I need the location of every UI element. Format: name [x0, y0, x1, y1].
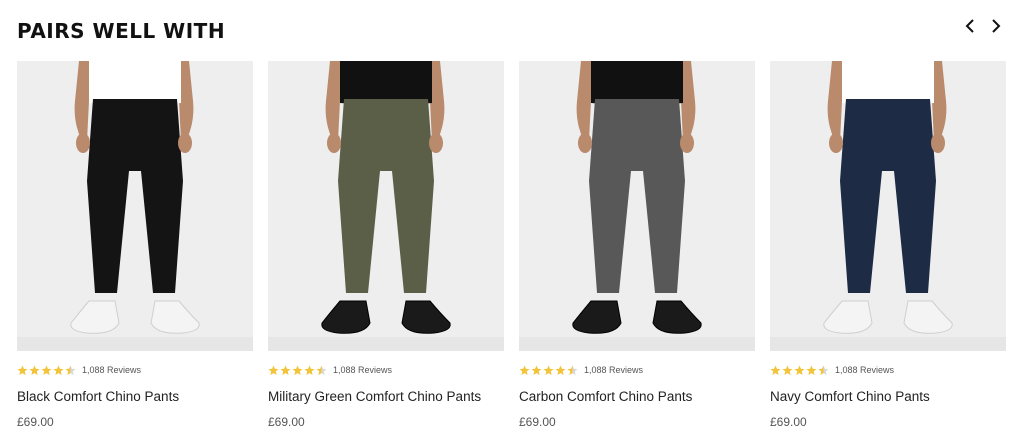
review-count: 1,088 Reviews — [82, 365, 142, 375]
carousel-nav — [960, 14, 1006, 38]
star-icon — [316, 365, 327, 375]
star-icon — [567, 365, 578, 375]
product-photo — [17, 61, 253, 351]
review-count: 1,088 Reviews — [584, 365, 644, 375]
carousel-prev-button[interactable] — [960, 14, 980, 38]
product-image[interactable] — [268, 61, 504, 351]
product-rating[interactable]: 1,088 Reviews — [519, 363, 755, 377]
star-icon — [268, 365, 279, 375]
product-name[interactable]: Military Green Comfort Chino Pants — [268, 389, 504, 404]
product-image[interactable] — [519, 61, 755, 351]
product-card-3[interactable]: 1,088 Reviews Carbon Comfort Chino Pants… — [519, 61, 755, 429]
product-name[interactable]: Carbon Comfort Chino Pants — [519, 389, 755, 404]
star-icon — [29, 365, 40, 375]
star-icon — [531, 365, 542, 375]
carousel-next-button[interactable] — [986, 14, 1006, 38]
star-icon — [794, 365, 805, 375]
product-price: £69.00 — [17, 415, 54, 429]
star-icon — [41, 365, 52, 375]
product-image[interactable] — [770, 61, 1006, 351]
star-icon — [806, 365, 817, 375]
chevron-right-icon — [992, 19, 1001, 33]
star-icon — [280, 365, 291, 375]
star-icon — [770, 365, 781, 375]
section-title: PAIRS WELL WITH — [17, 19, 226, 43]
product-price: £69.00 — [268, 415, 305, 429]
product-carousel: 1,088 Reviews Black Comfort Chino Pants … — [17, 61, 1006, 429]
star-icon — [304, 365, 315, 375]
star-icon — [818, 365, 829, 375]
product-name[interactable]: Navy Comfort Chino Pants — [770, 389, 1006, 404]
star-icon — [65, 365, 76, 375]
product-photo — [268, 61, 504, 351]
product-name[interactable]: Black Comfort Chino Pants — [17, 389, 253, 404]
product-photo — [519, 61, 755, 351]
product-rating[interactable]: 1,088 Reviews — [17, 363, 253, 377]
review-count: 1,088 Reviews — [835, 365, 895, 375]
star-icon — [543, 365, 554, 375]
rating-stars — [770, 365, 829, 376]
star-icon — [53, 365, 64, 375]
rating-stars — [519, 365, 578, 376]
product-rating[interactable]: 1,088 Reviews — [268, 363, 504, 377]
product-card-4[interactable]: 1,088 Reviews Navy Comfort Chino Pants £… — [770, 61, 1006, 429]
product-card-1[interactable]: 1,088 Reviews Black Comfort Chino Pants … — [17, 61, 253, 429]
product-price: £69.00 — [770, 415, 807, 429]
product-photo — [770, 61, 1006, 351]
star-icon — [782, 365, 793, 375]
rating-stars — [17, 365, 76, 376]
review-count: 1,088 Reviews — [333, 365, 393, 375]
star-icon — [519, 365, 530, 375]
product-price: £69.00 — [519, 415, 556, 429]
star-icon — [17, 365, 28, 375]
chevron-left-icon — [965, 19, 974, 33]
product-card-2[interactable]: 1,088 Reviews Military Green Comfort Chi… — [268, 61, 504, 429]
star-icon — [555, 365, 566, 375]
star-icon — [292, 365, 303, 375]
rating-stars — [268, 365, 327, 376]
product-image[interactable] — [17, 61, 253, 351]
product-rating[interactable]: 1,088 Reviews — [770, 363, 1006, 377]
